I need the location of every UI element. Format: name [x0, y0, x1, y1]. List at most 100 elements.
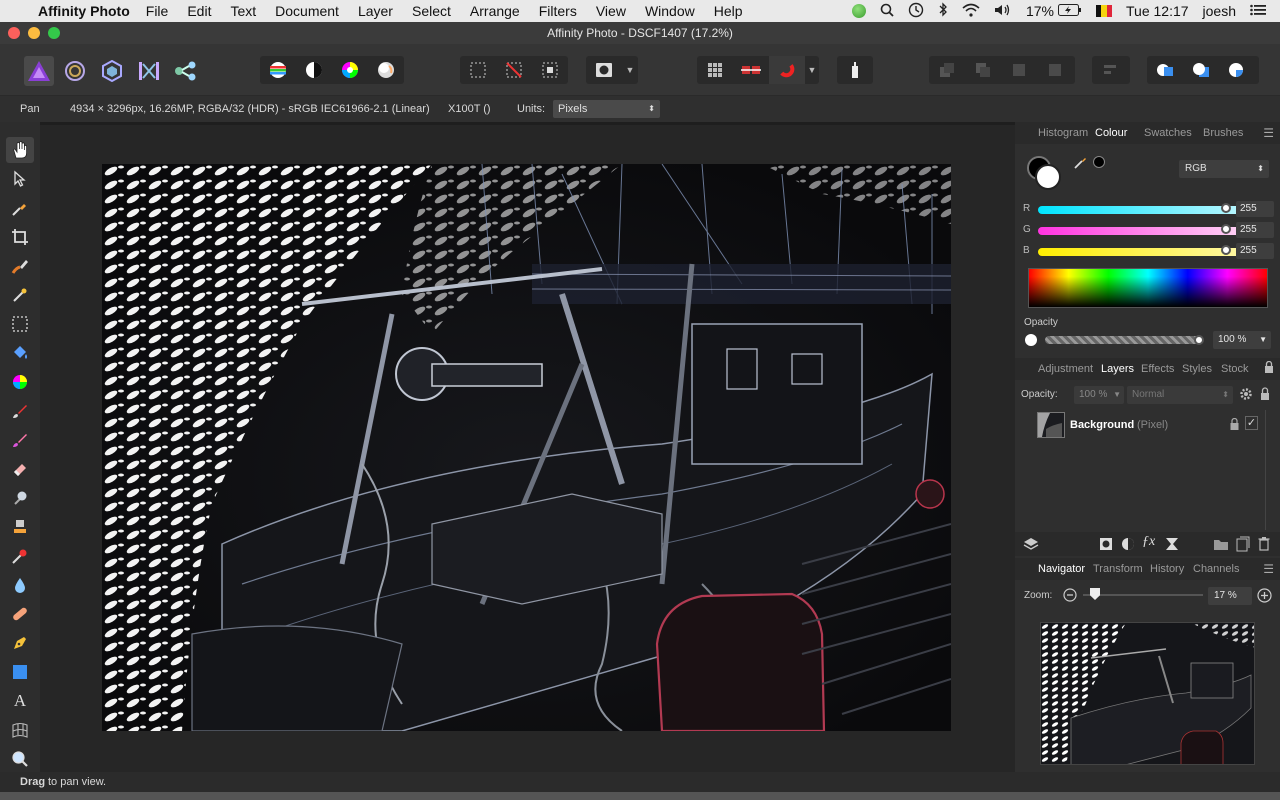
fx-effects-icon[interactable]: ƒx — [1142, 534, 1155, 550]
subtract-shapes-icon[interactable] — [1183, 56, 1219, 84]
auto-levels-icon[interactable] — [260, 56, 296, 84]
input-source-flag-icon[interactable] — [1096, 5, 1112, 17]
red-channel-value[interactable]: 255 — [1236, 201, 1274, 217]
assistant-icon[interactable] — [837, 56, 873, 84]
selection-brush-tool-icon[interactable] — [6, 253, 34, 279]
tab-channels[interactable]: Channels — [1193, 563, 1239, 575]
colour-wells[interactable] — [1027, 156, 1063, 192]
app-status-icon[interactable] — [851, 4, 866, 18]
panel-menu-icon[interactable]: ☰ — [1263, 562, 1274, 576]
layer-visibility-checkbox[interactable]: ✓ — [1245, 416, 1258, 430]
tab-effects[interactable]: Effects — [1141, 363, 1174, 375]
bluetooth-icon[interactable] — [938, 2, 948, 20]
text-tool-icon[interactable]: A — [6, 688, 34, 714]
opacity-knob[interactable] — [1194, 335, 1204, 345]
opacity-field[interactable]: 100 % ▼ — [1213, 331, 1271, 349]
flood-select-tool-icon[interactable] — [6, 282, 34, 308]
quick-mask-dropdown-icon[interactable]: ▼ — [622, 65, 638, 75]
mesh-warp-tool-icon[interactable] — [6, 717, 34, 743]
volume-icon[interactable] — [994, 3, 1012, 20]
color-replacement-brush-icon[interactable] — [6, 427, 34, 453]
grid-icon[interactable] — [697, 56, 733, 84]
tab-styles[interactable]: Styles — [1182, 363, 1212, 375]
marquee-tool-icon[interactable] — [6, 311, 34, 337]
intersect-shapes-icon[interactable] — [1219, 56, 1255, 84]
dodge-brush-tool-icon[interactable] — [6, 485, 34, 511]
align-icon[interactable] — [1092, 56, 1128, 84]
menubar-clock[interactable]: Tue 12:17 — [1126, 3, 1189, 19]
add-pixel-layer-icon[interactable] — [1236, 536, 1250, 555]
layer-opacity-field[interactable]: 100 % ▼ — [1074, 386, 1124, 404]
healing-brush-tool-icon[interactable] — [6, 601, 34, 627]
delete-layer-trash-icon[interactable] — [1258, 536, 1270, 554]
develop-persona-icon[interactable] — [97, 56, 127, 86]
menu-file[interactable]: File — [146, 3, 169, 19]
menu-text[interactable]: Text — [230, 3, 256, 19]
tab-stock[interactable]: Stock — [1221, 363, 1249, 375]
move-tool-arrow-icon[interactable] — [6, 166, 34, 192]
tab-navigator[interactable]: Navigator — [1038, 563, 1085, 575]
snapping-magnet-icon[interactable] — [769, 56, 805, 84]
blur-brush-tool-icon[interactable] — [6, 572, 34, 598]
tab-swatches[interactable]: Swatches — [1144, 127, 1192, 139]
crop-tool-icon[interactable] — [6, 224, 34, 250]
wifi-icon[interactable] — [962, 3, 980, 20]
document-image[interactable] — [102, 164, 951, 731]
menu-edit[interactable]: Edit — [187, 3, 211, 19]
menu-arrange[interactable]: Arrange — [470, 3, 520, 19]
erase-brush-tool-icon[interactable] — [6, 456, 34, 482]
menu-filters[interactable]: Filters — [539, 3, 577, 19]
clone-brush-tool-icon[interactable] — [6, 514, 34, 540]
menu-view[interactable]: View — [596, 3, 626, 19]
zoom-slider[interactable] — [1083, 594, 1203, 596]
notification-center-icon[interactable] — [1250, 3, 1266, 19]
force-pixel-alignment-icon[interactable] — [733, 56, 769, 84]
gradient-tool-icon[interactable] — [6, 369, 34, 395]
green-channel-value[interactable]: 255 — [1236, 222, 1274, 238]
eyedropper-icon[interactable] — [1073, 154, 1089, 173]
menu-window[interactable]: Window — [645, 3, 695, 19]
menu-document[interactable]: Document — [275, 3, 339, 19]
red-channel-knob[interactable] — [1221, 203, 1231, 213]
move-to-back-icon[interactable] — [929, 56, 965, 84]
tab-adjustment[interactable]: Adjustment — [1038, 363, 1093, 375]
layer-lock-icon[interactable] — [1260, 387, 1270, 403]
zoom-field[interactable]: 17 % — [1208, 587, 1252, 605]
zoom-slider-knob[interactable] — [1090, 588, 1100, 600]
tab-colour[interactable]: Colour — [1095, 127, 1127, 139]
tab-layers[interactable]: Layers — [1101, 363, 1134, 375]
green-channel-slider[interactable] — [1038, 227, 1246, 235]
color-picker-tool-icon[interactable] — [6, 195, 34, 221]
tab-histogram[interactable]: Histogram — [1038, 127, 1088, 139]
auto-white-balance-icon[interactable] — [368, 56, 404, 84]
layer-settings-gear-icon[interactable] — [1239, 387, 1253, 404]
menu-select[interactable]: Select — [412, 3, 451, 19]
pan-tool-hand-icon[interactable] — [6, 137, 34, 163]
lock-panel-icon[interactable] — [1264, 360, 1274, 376]
menu-help[interactable]: Help — [714, 3, 743, 19]
layer-row[interactable]: Background (Pixel) ✓ — [1015, 410, 1265, 440]
colour-spectrum[interactable] — [1028, 268, 1268, 308]
units-select[interactable]: Pixels ⬍ — [553, 100, 660, 118]
red-eye-tool-icon[interactable] — [6, 543, 34, 569]
paint-brush-tool-icon[interactable] — [6, 398, 34, 424]
move-forward-one-icon[interactable] — [1001, 56, 1037, 84]
layer-locked-icon[interactable] — [1230, 417, 1239, 433]
red-channel-slider[interactable] — [1038, 206, 1246, 214]
app-menu[interactable]: Affinity Photo — [38, 3, 130, 19]
invert-selection-icon[interactable] — [532, 56, 568, 84]
blue-channel-knob[interactable] — [1221, 245, 1231, 255]
adjustment-layer-icon[interactable] — [1121, 537, 1135, 554]
zoom-window-button[interactable] — [48, 27, 60, 39]
group-layers-folder-icon[interactable] — [1213, 537, 1229, 554]
blend-mode-select[interactable]: Normal ⬍ — [1127, 386, 1233, 404]
move-back-one-icon[interactable] — [965, 56, 1001, 84]
canvas-area[interactable] — [40, 125, 1015, 772]
quick-mask-icon[interactable] — [586, 56, 622, 84]
minimize-window-button[interactable] — [28, 27, 40, 39]
time-machine-icon[interactable] — [908, 2, 924, 21]
layers-stack-icon[interactable] — [1023, 536, 1039, 555]
select-all-icon[interactable] — [460, 56, 496, 84]
tab-brushes[interactable]: Brushes — [1203, 127, 1243, 139]
liquify-persona-icon[interactable] — [60, 56, 90, 86]
